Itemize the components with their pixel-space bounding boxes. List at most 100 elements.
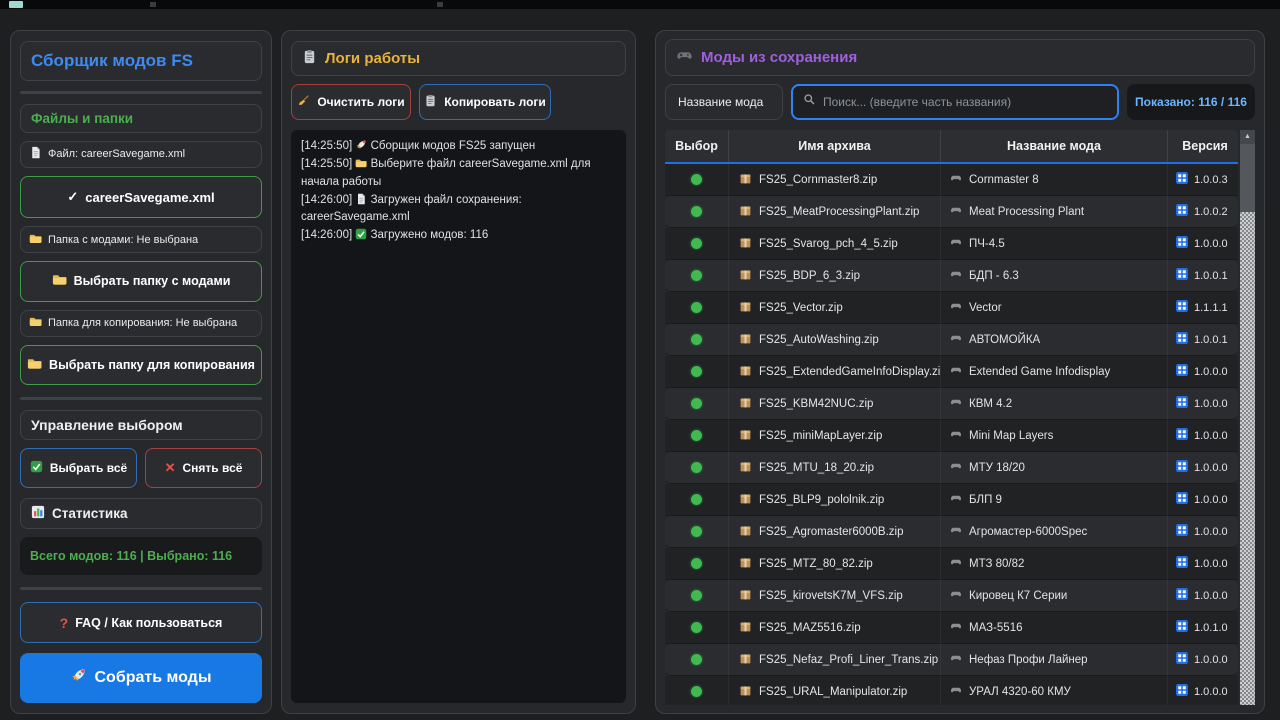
files-section-header: Файлы и папки bbox=[20, 104, 262, 133]
table-row[interactable]: FS25_AutoWashing.zip АВТОМОЙКА 1.0.0.1 bbox=[665, 324, 1238, 356]
row-selected-cell[interactable] bbox=[665, 548, 729, 579]
table-row[interactable]: FS25_MeatProcessingPlant.zip Meat Proces… bbox=[665, 196, 1238, 228]
row-selected-cell[interactable] bbox=[665, 260, 729, 291]
row-selected-cell[interactable] bbox=[665, 292, 729, 323]
mod-version: 1.0.0.1 bbox=[1194, 334, 1228, 346]
row-name-cell: Нефаз Профи Лайнер bbox=[941, 644, 1168, 675]
folder-icon bbox=[29, 315, 42, 331]
table-row[interactable]: FS25_BDP_6_3.zip БДП - 6.3 1.0.0.1 bbox=[665, 260, 1238, 292]
archive-name: FS25_ExtendedGameInfoDisplay.zip bbox=[759, 366, 941, 378]
faq-button[interactable]: ? FAQ / Как пользоваться bbox=[20, 602, 262, 643]
selected-dot-icon bbox=[691, 270, 702, 281]
archive-name: FS25_MTZ_80_82.zip bbox=[759, 558, 873, 570]
table-row[interactable]: FS25_miniMapLayer.zip Mini Map Layers 1.… bbox=[665, 420, 1238, 452]
row-selected-cell[interactable] bbox=[665, 644, 729, 675]
mod-name: БДП - 6.3 bbox=[969, 270, 1019, 282]
column-header-version[interactable]: Версия bbox=[1168, 130, 1242, 162]
mod-name: БЛП 9 bbox=[969, 494, 1002, 506]
mods-folder-status-text: Папка с модами: Не выбрана bbox=[48, 234, 198, 246]
row-archive-cell: FS25_Svarog_pch_4_5.zip bbox=[729, 228, 941, 259]
mod-version: 1.0.0.0 bbox=[1194, 238, 1228, 250]
table-row[interactable]: FS25_Cornmaster8.zip Cornmaster 8 1.0.0.… bbox=[665, 164, 1238, 196]
row-selected-cell[interactable] bbox=[665, 324, 729, 355]
version-number-icon bbox=[1176, 332, 1188, 347]
column-header-name[interactable]: Название мода bbox=[941, 130, 1168, 162]
divider bbox=[20, 587, 262, 590]
column-header-archive[interactable]: Имя архива bbox=[729, 130, 941, 162]
files-section-label: Файлы и папки bbox=[31, 111, 133, 126]
row-version-cell: 1.0.0.3 bbox=[1168, 164, 1242, 195]
deselect-all-button[interactable]: ✕ Снять всё bbox=[145, 448, 262, 488]
build-mods-button[interactable]: Собрать моды bbox=[20, 653, 262, 703]
table-row[interactable]: FS25_URAL_Manipulator.zip УРАЛ 4320-60 К… bbox=[665, 676, 1238, 705]
table-row[interactable]: FS25_MTZ_80_82.zip МТЗ 80/82 1.0.0.0 bbox=[665, 548, 1238, 580]
clear-logs-button[interactable]: Очистить логи bbox=[291, 84, 411, 120]
select-savegame-button[interactable]: ✓ careerSavegame.xml bbox=[20, 176, 262, 219]
table-row[interactable]: FS25_BLP9_pololnik.zip БЛП 9 1.0.0.0 bbox=[665, 484, 1238, 516]
row-selected-cell[interactable] bbox=[665, 452, 729, 483]
mods-header: Моды из сохранения bbox=[665, 39, 1255, 76]
table-row[interactable]: FS25_Agromaster6000B.zip Агромастер-6000… bbox=[665, 516, 1238, 548]
broom-icon bbox=[297, 94, 310, 110]
package-icon bbox=[739, 428, 752, 444]
row-name-cell: АВТОМОЙКА bbox=[941, 324, 1168, 355]
titlebar-mark bbox=[437, 2, 443, 7]
row-selected-cell[interactable] bbox=[665, 580, 729, 611]
scrollbar-up-arrow-icon[interactable]: ▲ bbox=[1240, 130, 1255, 144]
version-number-icon bbox=[1176, 556, 1188, 571]
mod-version: 1.0.0.0 bbox=[1194, 590, 1228, 602]
mod-version: 1.0.0.0 bbox=[1194, 654, 1228, 666]
table-row[interactable]: FS25_KBM42NUC.zip КВМ 4.2 1.0.0.0 bbox=[665, 388, 1238, 420]
row-name-cell: МАЗ-5516 bbox=[941, 612, 1168, 643]
table-row[interactable]: FS25_ExtendedGameInfoDisplay.zip Extende… bbox=[665, 356, 1238, 388]
table-row[interactable]: FS25_MTU_18_20.zip МТУ 18/20 1.0.0.0 bbox=[665, 452, 1238, 484]
log-entry: [14:25:50] Сборщик модов FS25 запущен bbox=[301, 138, 616, 155]
scrollbar-track[interactable] bbox=[1240, 212, 1255, 705]
row-selected-cell[interactable] bbox=[665, 676, 729, 705]
mod-name: ПЧ-4.5 bbox=[969, 238, 1005, 250]
search-input[interactable] bbox=[823, 95, 1107, 109]
select-copy-folder-button[interactable]: Выбрать папку для копирования bbox=[20, 345, 262, 386]
table-scrollbar[interactable]: ▲ bbox=[1240, 130, 1255, 705]
row-selected-cell[interactable] bbox=[665, 356, 729, 387]
table-row[interactable]: FS25_MAZ5516.zip МАЗ-5516 1.0.1.0 bbox=[665, 612, 1238, 644]
file-icon bbox=[355, 194, 367, 206]
log-output[interactable]: [14:25:50] Сборщик модов FS25 запущен[14… bbox=[291, 130, 626, 703]
row-name-cell: Vector bbox=[941, 292, 1168, 323]
rocket-icon bbox=[355, 140, 367, 152]
column-header-select[interactable]: Выбор bbox=[665, 130, 729, 162]
row-version-cell: 1.0.0.0 bbox=[1168, 388, 1242, 419]
row-selected-cell[interactable] bbox=[665, 612, 729, 643]
row-selected-cell[interactable] bbox=[665, 388, 729, 419]
select-all-button[interactable]: Выбрать всё bbox=[20, 448, 137, 488]
row-archive-cell: FS25_MTZ_80_82.zip bbox=[729, 548, 941, 579]
row-archive-cell: FS25_AutoWashing.zip bbox=[729, 324, 941, 355]
archive-name: FS25_Cornmaster8.zip bbox=[759, 174, 877, 186]
table-row[interactable]: FS25_Vector.zip Vector 1.1.1.1 bbox=[665, 292, 1238, 324]
search-box[interactable] bbox=[791, 84, 1119, 120]
logs-header: Логи работы bbox=[291, 41, 626, 76]
mod-name: Cornmaster 8 bbox=[969, 174, 1039, 186]
log-entry: [14:25:50] Выберите файл careerSavegame.… bbox=[301, 156, 616, 191]
scrollbar-thumb[interactable] bbox=[1240, 144, 1255, 212]
copy-logs-button[interactable]: Копировать логи bbox=[419, 84, 551, 120]
row-selected-cell[interactable] bbox=[665, 228, 729, 259]
rocket-icon bbox=[70, 667, 87, 689]
table-row[interactable]: FS25_kirovetsK7M_VFS.zip Кировец К7 Сери… bbox=[665, 580, 1238, 612]
row-archive-cell: FS25_URAL_Manipulator.zip bbox=[729, 676, 941, 705]
row-selected-cell[interactable] bbox=[665, 484, 729, 515]
row-selected-cell[interactable] bbox=[665, 516, 729, 547]
row-selected-cell[interactable] bbox=[665, 164, 729, 195]
copy-folder-status-text: Папка для копирования: Не выбрана bbox=[48, 317, 237, 329]
row-archive-cell: FS25_miniMapLayer.zip bbox=[729, 420, 941, 451]
select-mods-folder-button[interactable]: Выбрать папку с модами bbox=[20, 261, 262, 302]
row-archive-cell: FS25_Agromaster6000B.zip bbox=[729, 516, 941, 547]
table-row[interactable]: FS25_Svarog_pch_4_5.zip ПЧ-4.5 1.0.0.0 bbox=[665, 228, 1238, 260]
row-selected-cell[interactable] bbox=[665, 420, 729, 451]
table-row[interactable]: FS25_Nefaz_Profi_Liner_Trans.zip Нефаз П… bbox=[665, 644, 1238, 676]
mod-version: 1.0.0.2 bbox=[1194, 206, 1228, 218]
clipboard-icon bbox=[302, 49, 317, 68]
version-number-icon bbox=[1176, 364, 1188, 379]
row-selected-cell[interactable] bbox=[665, 196, 729, 227]
archive-name: FS25_Agromaster6000B.zip bbox=[759, 526, 903, 538]
